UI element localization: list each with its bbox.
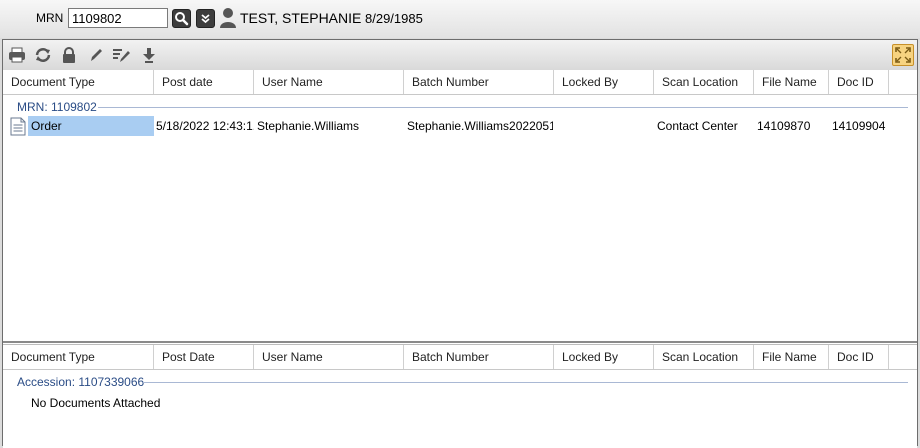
empty-message: No Documents Attached	[31, 396, 161, 410]
person-icon	[220, 8, 236, 28]
patient-name: TEST, STEPHANIE	[240, 10, 362, 26]
download-icon[interactable]	[140, 47, 158, 63]
chevron-down-icon	[201, 14, 210, 24]
cell-batch-number: Stephanie.Williams20220518	[407, 119, 553, 133]
column-header-file-name[interactable]: File Name	[754, 70, 829, 94]
search-button[interactable]	[172, 9, 191, 28]
column-header-file-name[interactable]: File Name	[754, 345, 829, 369]
column-header-user-name[interactable]: User Name	[254, 345, 404, 369]
column-header-user-name[interactable]: User Name	[254, 70, 404, 94]
group-divider	[143, 382, 908, 383]
column-header-batch-number[interactable]: Batch Number	[404, 70, 554, 94]
column-header-scan-location[interactable]: Scan Location	[654, 345, 754, 369]
group-label-accession: Accession: 1107339066	[17, 375, 145, 389]
cell-doc-id: 14109904	[832, 119, 886, 133]
toolbar	[3, 40, 917, 71]
cell-scan-location: Contact Center	[657, 119, 738, 133]
lock-icon[interactable]	[60, 47, 78, 63]
column-header-locked-by[interactable]: Locked By	[554, 70, 654, 94]
table-row[interactable]: Order 5/18/2022 12:43:1... Stephanie.Wil…	[3, 116, 917, 136]
cell-post-date: 5/18/2022 12:43:1...	[156, 119, 254, 133]
cell-document-type[interactable]: Order	[28, 116, 154, 136]
mrn-label: MRN	[36, 11, 64, 25]
cell-locked-by	[557, 116, 653, 136]
column-header-document-type[interactable]: Document Type	[3, 345, 154, 369]
documents-grid: Document Type Post date User Name Batch …	[3, 70, 917, 343]
patient-dob: 8/29/1985	[365, 11, 423, 26]
column-header-post-date[interactable]: Post date	[154, 70, 254, 94]
column-header-doc-id[interactable]: Doc ID	[829, 70, 889, 94]
patient-bar: MRN TEST, STEPHANIE 8/29/1985	[0, 0, 920, 38]
column-header-post-date[interactable]: Post Date	[154, 345, 254, 369]
refresh-icon[interactable]	[34, 47, 52, 63]
cell-user-name: Stephanie.Williams	[257, 119, 360, 133]
accession-grid: Document Type Post Date User Name Batch …	[3, 344, 917, 448]
mrn-input[interactable]	[68, 8, 168, 28]
document-icon	[10, 117, 26, 136]
print-icon[interactable]	[8, 47, 26, 63]
documents-grid-header: Document Type Post date User Name Batch …	[3, 70, 917, 95]
search-icon	[175, 12, 189, 26]
column-header-document-type[interactable]: Document Type	[3, 70, 154, 94]
patient-dropdown-button[interactable]	[196, 9, 215, 28]
group-label-mrn: MRN: 1109802	[17, 100, 97, 114]
column-header-scan-location[interactable]: Scan Location	[654, 70, 754, 94]
accession-grid-header: Document Type Post Date User Name Batch …	[3, 345, 917, 370]
column-header-doc-id[interactable]: Doc ID	[829, 345, 889, 369]
cell-file-name: 14109870	[757, 119, 811, 133]
edit-list-icon[interactable]	[112, 47, 130, 63]
column-header-locked-by[interactable]: Locked By	[554, 345, 654, 369]
edit-icon[interactable]	[87, 47, 105, 63]
document-window: Document Type Post date User Name Batch …	[2, 39, 918, 448]
group-divider	[98, 107, 908, 108]
expand-button[interactable]	[892, 44, 914, 66]
expand-icon	[895, 47, 911, 63]
column-header-batch-number[interactable]: Batch Number	[404, 345, 554, 369]
